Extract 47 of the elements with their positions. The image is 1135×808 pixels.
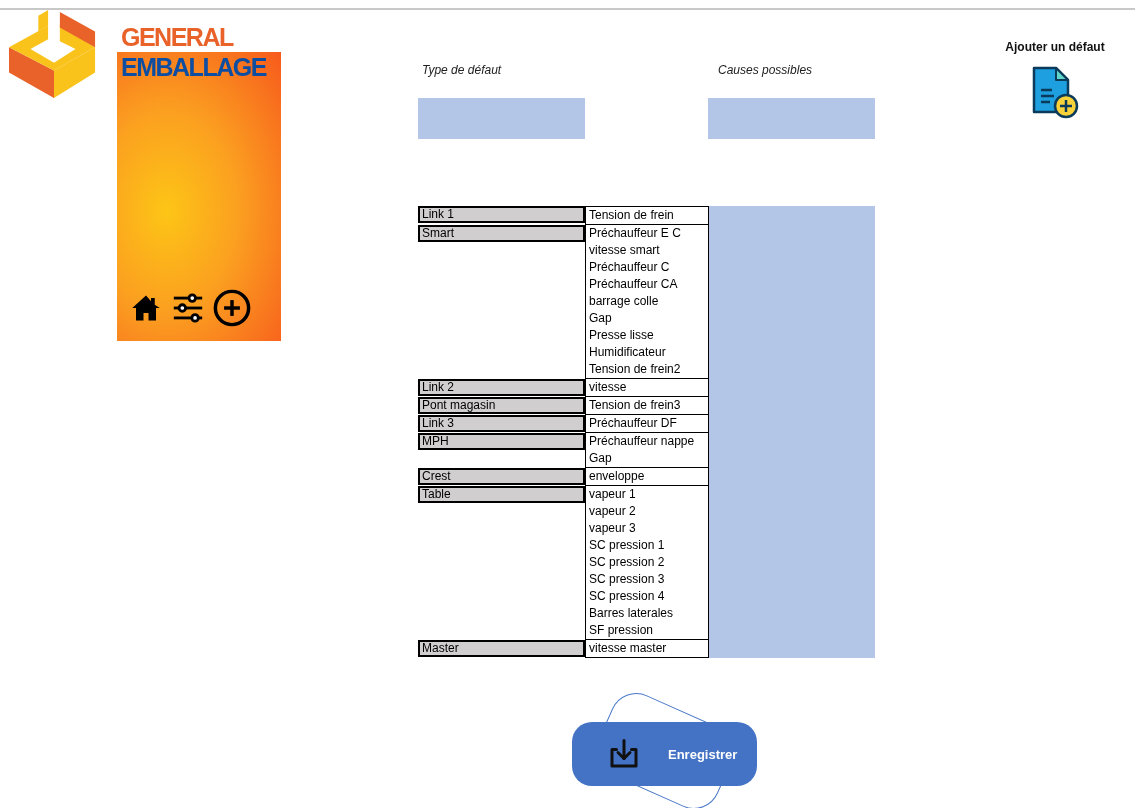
table-cell: Link 2	[418, 379, 585, 396]
list-item[interactable]: Gap	[586, 310, 708, 327]
list-item[interactable]: SF pression	[586, 622, 708, 639]
list-item[interactable]: SC pression 1	[586, 537, 708, 554]
list-item[interactable]: Préchauffeur E C	[586, 225, 708, 242]
logo-text: GENERAL	[121, 22, 235, 52]
sliders-icon[interactable]	[171, 291, 205, 325]
table-cell: Table	[418, 486, 585, 503]
list-item[interactable]: Tension de frein3	[586, 397, 708, 414]
add-document-icon[interactable]	[1030, 64, 1080, 120]
box-logo-icon	[9, 10, 97, 98]
add-icon[interactable]	[213, 289, 251, 327]
list-item[interactable]: SC pression 2	[586, 554, 708, 571]
list-item[interactable]: Tension de frein2	[586, 361, 708, 378]
table-cell: Master	[418, 640, 585, 657]
list-item[interactable]: vitesse smart	[586, 242, 708, 259]
list-item[interactable]: Tension de frein	[586, 207, 708, 224]
causes-field[interactable]	[708, 98, 875, 139]
list-item[interactable]: Préchauffeur nappe	[586, 433, 708, 450]
list-item[interactable]: Préchauffeur C	[586, 259, 708, 276]
table-cell: Link 1	[418, 206, 585, 223]
type-field[interactable]	[418, 98, 585, 139]
list-item[interactable]: vitesse	[586, 379, 708, 396]
list-item[interactable]: vapeur 3	[586, 520, 708, 537]
table-cell: Crest	[418, 468, 585, 485]
list-item[interactable]: Presse lisse	[586, 327, 708, 344]
column-header: Type de défaut	[421, 63, 503, 79]
list-item[interactable]: Gap	[586, 450, 708, 467]
table-cell: Link 3	[418, 415, 585, 432]
logo-text: EMBALLAGE	[121, 52, 268, 82]
list-item[interactable]: Humidificateur	[586, 344, 708, 361]
list-item[interactable]: Barres laterales	[586, 605, 708, 622]
list-item[interactable]: SC pression 4	[586, 588, 708, 605]
list-item[interactable]: enveloppe	[586, 468, 708, 485]
add-defect-label: Ajouter un défaut	[1005, 40, 1105, 54]
list-item[interactable]: vapeur 2	[586, 503, 708, 520]
table-cell: Smart	[418, 225, 585, 242]
list-item[interactable]: vapeur 1	[586, 486, 708, 503]
save-button[interactable]: Enregistrer	[572, 722, 757, 786]
table-cell: Pont magasin	[418, 397, 585, 414]
table-cell: MPH	[418, 433, 585, 450]
list-item[interactable]: barrage colle	[586, 293, 708, 310]
list-item[interactable]: Préchauffeur DF	[586, 415, 708, 432]
list-item[interactable]: vitesse master	[586, 640, 708, 657]
list-item[interactable]: SC pression 3	[586, 571, 708, 588]
list-item[interactable]: Préchauffeur CA	[586, 276, 708, 293]
column-header: Causes possibles	[717, 63, 813, 79]
